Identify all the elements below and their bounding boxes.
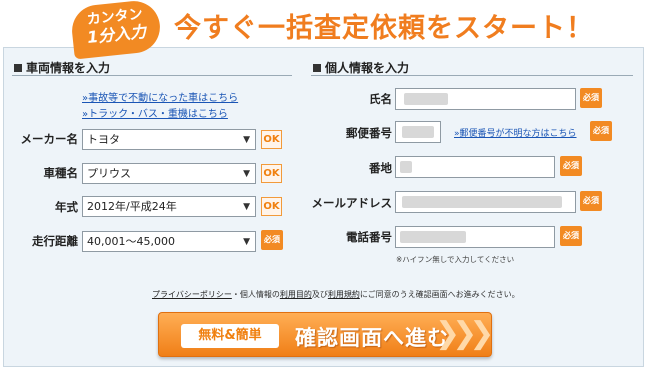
consent-mid1: ・個人情報の: [231, 290, 280, 299]
name-input[interactable]: [395, 88, 576, 110]
chevron-right-icon: ❯❯❯: [435, 316, 494, 351]
phone-blurred-value: [400, 231, 466, 243]
address-blurred-value: [400, 161, 412, 173]
terms-link[interactable]: 利用規約: [328, 290, 360, 299]
phone-hyphen-note: ※ハイフン無しで入力してください: [396, 255, 515, 264]
year-select[interactable]: 2012年/平成24年 ▼: [82, 196, 256, 217]
year-label: 年式: [55, 200, 78, 214]
address-input[interactable]: [395, 156, 555, 178]
maker-select[interactable]: トヨタ ▼: [82, 129, 256, 150]
vehicle-section-title: 車両情報を入力: [14, 59, 110, 76]
maker-label: メーカー名: [20, 132, 79, 146]
consent-text: プライバシーポリシー・個人情報の利用目的及び利用規約にご同意のうえ確認画面へお進…: [152, 289, 520, 300]
confirm-button-label: 確認画面へ進む: [295, 326, 449, 350]
year-value: 2012年/平成24年: [87, 200, 177, 213]
postal-label: 郵便番号: [346, 126, 392, 140]
address-required-badge: 必須: [560, 156, 582, 176]
email-label: メールアドレス: [311, 196, 393, 210]
maker-ok-button[interactable]: OK: [261, 130, 282, 149]
postal-input[interactable]: [395, 121, 441, 143]
name-required-badge: 必須: [580, 88, 602, 108]
immobile-car-link[interactable]: »事故等で不動になった車はこちら: [82, 89, 238, 104]
usage-purpose-link[interactable]: 利用目的: [280, 290, 312, 299]
model-select[interactable]: プリウス ▼: [82, 163, 256, 184]
address-label: 番地: [369, 161, 392, 175]
consent-mid2: 及び: [311, 290, 328, 299]
chevron-down-icon: ▼: [243, 202, 250, 212]
postal-required-badge: 必須: [590, 121, 612, 141]
chevron-down-icon: ▼: [243, 135, 250, 145]
postal-unknown-link[interactable]: »郵便番号が不明な方はこちら: [454, 126, 577, 139]
model-label: 車種名: [43, 166, 79, 180]
personal-divider: [311, 75, 633, 76]
privacy-policy-link[interactable]: プライバシーポリシー: [152, 290, 232, 299]
postal-blurred-value: [402, 126, 434, 138]
mileage-select[interactable]: 40,001～45,000 ▼: [82, 231, 256, 252]
name-label: 氏名: [369, 92, 392, 106]
phone-label: 電話番号: [346, 230, 392, 244]
free-easy-tag: 無料&簡単: [181, 324, 279, 348]
phone-input[interactable]: [395, 226, 555, 248]
year-ok-button[interactable]: OK: [261, 197, 282, 216]
email-input[interactable]: [395, 191, 576, 213]
chevron-down-icon: ▼: [243, 237, 250, 247]
mileage-label: 走行距離: [32, 234, 78, 248]
maker-value: トヨタ: [87, 133, 120, 146]
vehicle-divider: [12, 75, 292, 76]
mileage-value: 40,001～45,000: [87, 235, 175, 248]
email-blurred-value: [402, 196, 562, 208]
confirm-button[interactable]: 無料&簡単 確認画面へ進む ❯❯❯: [158, 312, 494, 357]
consent-tail: にご同意のうえ確認画面へお進みください。: [359, 290, 520, 299]
chevron-down-icon: ▼: [243, 169, 250, 179]
personal-section-title: 個人情報を入力: [313, 59, 409, 76]
page-headline: 今すぐ一括査定依頼をスタート！: [174, 13, 594, 44]
email-required-badge: 必須: [580, 191, 602, 211]
truck-bus-link[interactable]: »トラック・バス・重機はこちら: [82, 105, 228, 120]
phone-required-badge: 必須: [560, 226, 582, 246]
name-blurred-value: [404, 93, 448, 105]
model-ok-button[interactable]: OK: [261, 164, 282, 183]
model-value: プリウス: [87, 167, 131, 180]
mileage-required-badge: 必須: [261, 230, 283, 250]
